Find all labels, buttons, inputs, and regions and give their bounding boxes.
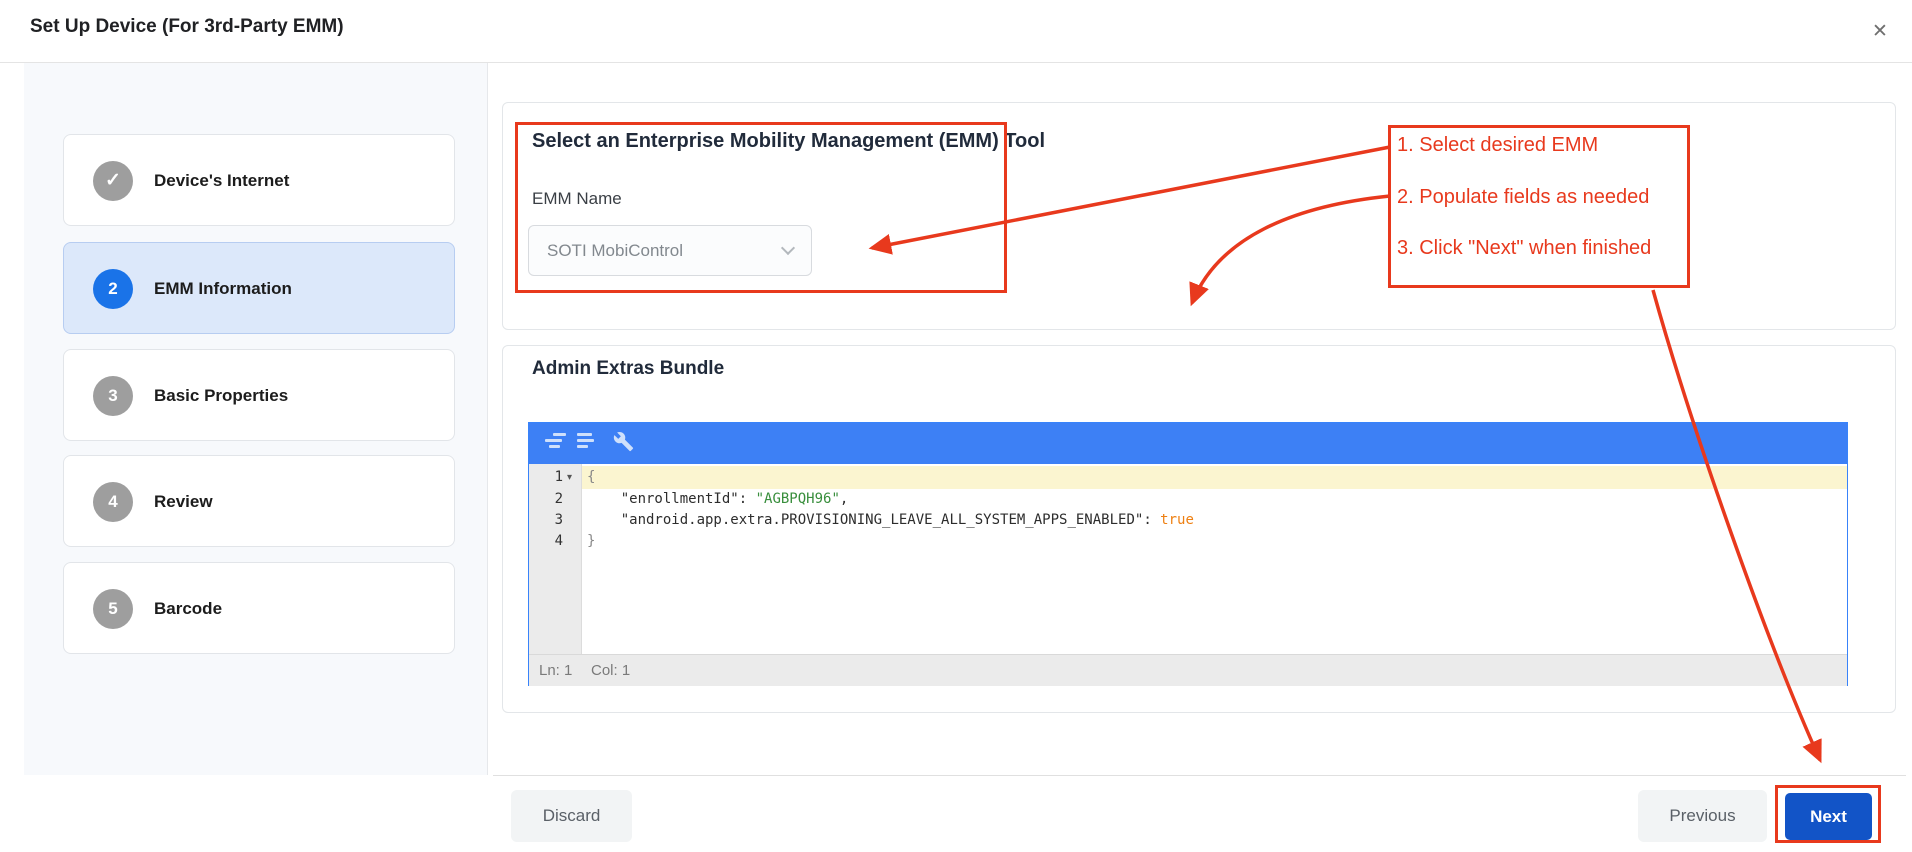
step-label: Device's Internet: [154, 135, 289, 227]
emm-name-dropdown-value: SOTI MobiControl: [547, 226, 683, 275]
step-card-basic-properties[interactable]: 3 Basic Properties: [63, 349, 455, 441]
json-editor: 1 ▾ 2 3 4 { "enrollmentId": "AGBPQH96", …: [528, 422, 1848, 686]
dialog-title: Set Up Device (For 3rd-Party EMM): [30, 16, 344, 38]
json-editor-toolbar: [529, 423, 1847, 464]
step-number-circle: 3: [93, 376, 133, 416]
step-number-circle: 5: [93, 589, 133, 629]
step-card-review[interactable]: 4 Review: [63, 455, 455, 547]
line-number: 1: [531, 467, 563, 488]
annotation-instruction-3: 3. Click "Next" when finished: [1397, 237, 1651, 260]
step-label: EMM Information: [154, 243, 292, 335]
step-done-circle: ✓: [93, 161, 133, 201]
code-line-4: }: [587, 531, 595, 552]
compact-json-icon[interactable]: [577, 433, 599, 454]
status-column: Col: 1: [591, 662, 630, 679]
editor-status-bar: Ln: 1 Col: 1: [529, 654, 1847, 686]
check-icon: ✓: [105, 170, 121, 191]
active-line-highlight: [582, 466, 1847, 489]
emm-name-dropdown[interactable]: SOTI MobiControl: [528, 225, 812, 276]
emm-section-heading: Select an Enterprise Mobility Management…: [532, 130, 1045, 153]
footer-divider: [493, 775, 1906, 776]
step-number-circle: 2: [93, 269, 133, 309]
steps-sidebar: ✓ Device's Internet 2 EMM Information 3 …: [24, 63, 488, 775]
emm-name-label: EMM Name: [532, 189, 622, 209]
repair-json-icon[interactable]: [613, 431, 635, 452]
status-line: Ln: 1: [539, 662, 572, 679]
step-label: Barcode: [154, 563, 222, 655]
annotation-instruction-1: 1. Select desired EMM: [1397, 134, 1598, 157]
setup-device-dialog: Set Up Device (For 3rd-Party EMM) ✕ ✓ De…: [0, 0, 1912, 852]
json-editor-code-area[interactable]: 1 ▾ 2 3 4 { "enrollmentId": "AGBPQH96", …: [529, 464, 1847, 654]
line-number: 2: [531, 489, 563, 510]
code-line-3: "android.app.extra.PROVISIONING_LEAVE_AL…: [587, 510, 1194, 531]
editor-gutter: 1 ▾ 2 3 4: [529, 464, 582, 654]
admin-extras-heading: Admin Extras Bundle: [532, 358, 724, 380]
code-line-1: {: [587, 467, 595, 488]
step-number-circle: 4: [93, 482, 133, 522]
close-icon[interactable]: ✕: [1866, 18, 1894, 46]
step-card-barcode[interactable]: 5 Barcode: [63, 562, 455, 654]
step-label: Review: [154, 456, 213, 548]
discard-button[interactable]: Discard: [511, 790, 632, 842]
step-label: Basic Properties: [154, 350, 288, 442]
annotation-instruction-2: 2. Populate fields as needed: [1397, 186, 1649, 209]
step-card-emm-information[interactable]: 2 EMM Information: [63, 242, 455, 334]
previous-button[interactable]: Previous: [1638, 790, 1767, 842]
format-json-icon[interactable]: [545, 433, 567, 454]
code-line-2: "enrollmentId": "AGBPQH96",: [587, 489, 848, 510]
next-button[interactable]: Next: [1785, 793, 1872, 840]
line-number: 3: [531, 510, 563, 531]
chevron-down-icon: [781, 241, 795, 255]
step-card-devices-internet[interactable]: ✓ Device's Internet: [63, 134, 455, 226]
fold-caret-icon[interactable]: ▾: [567, 467, 572, 488]
line-number: 4: [531, 531, 563, 552]
